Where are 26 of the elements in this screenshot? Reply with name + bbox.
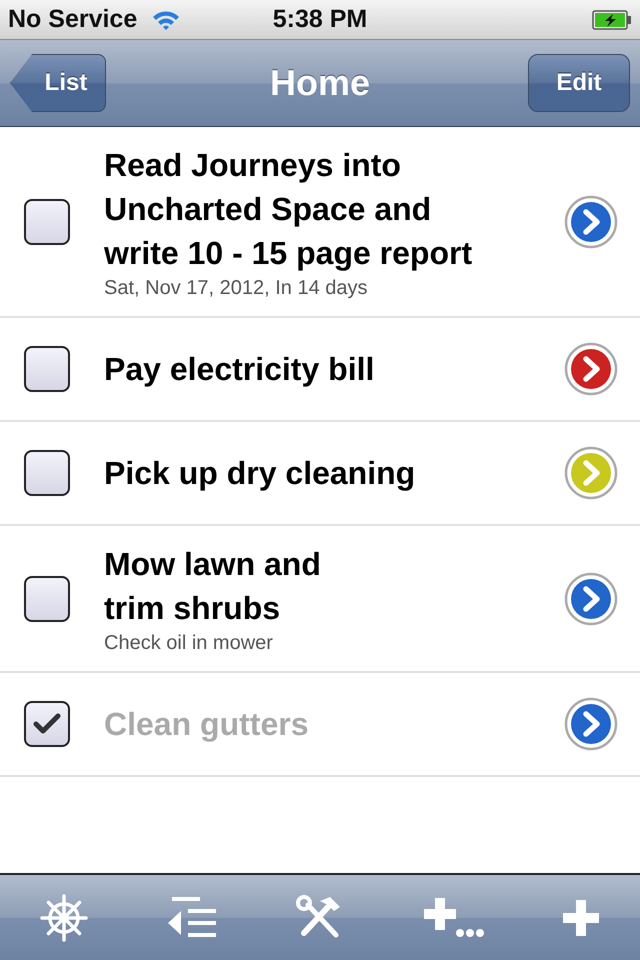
detail-disclosure-button[interactable] — [564, 572, 618, 626]
nav-title: Home — [270, 62, 370, 104]
task-title: Pick up dry cleaning — [104, 454, 416, 493]
add-icon[interactable] — [561, 898, 602, 938]
detail-disclosure-button[interactable] — [564, 697, 618, 751]
task-title: Pay electricity bill — [104, 350, 376, 389]
detail-disclosure-button[interactable] — [564, 342, 618, 396]
task-note: Sat, Nov 17, 2012, In 14 days — [104, 277, 369, 300]
checkbox[interactable] — [24, 576, 70, 622]
checkbox[interactable] — [24, 450, 70, 496]
edit-button[interactable]: Edit — [528, 54, 630, 112]
task-title: Read Journeys into Uncharted Space and write 10 - 15 page report — [104, 146, 474, 273]
checkbox[interactable] — [24, 198, 70, 244]
carrier-name: No Service — [8, 5, 138, 34]
steering-wheel-icon[interactable] — [38, 892, 89, 942]
back-button[interactable]: List — [10, 54, 106, 112]
detail-disclosure-button[interactable] — [564, 194, 618, 248]
checkmark-icon — [33, 712, 61, 736]
wifi-icon — [151, 8, 182, 30]
battery-icon — [592, 10, 632, 30]
task-note: Check oil in mower — [104, 632, 274, 655]
checkbox[interactable] — [24, 346, 70, 392]
status-time: 5:38 PM — [272, 5, 368, 34]
task-title: Mow lawn and trim shrubs — [104, 545, 322, 628]
checkbox[interactable] — [24, 701, 70, 747]
task-title: Clean gutters — [104, 705, 310, 744]
